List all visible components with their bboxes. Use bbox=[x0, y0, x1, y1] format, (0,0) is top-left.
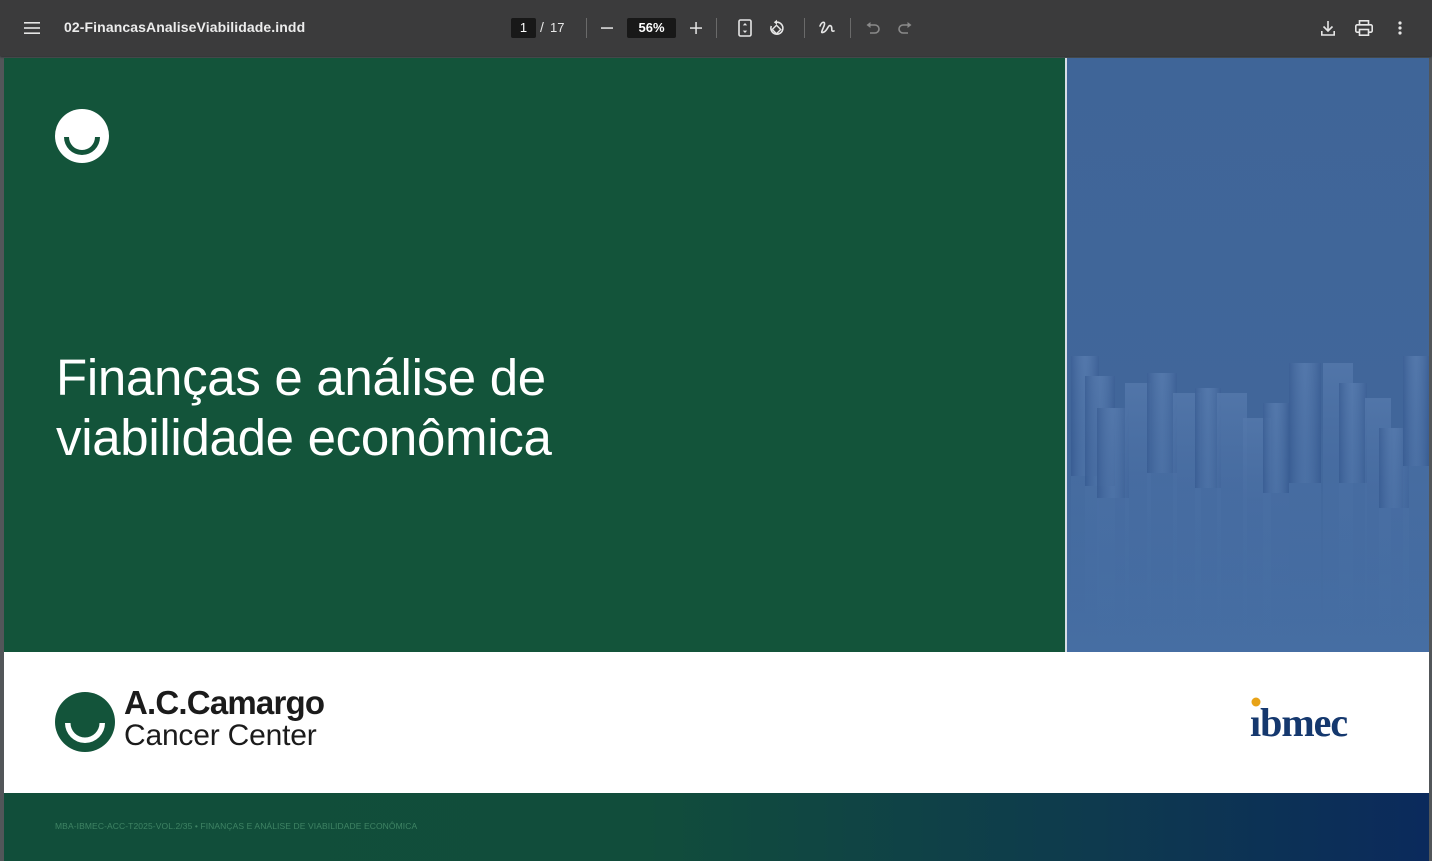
zoom-in-button[interactable] bbox=[682, 14, 710, 42]
rotate-icon bbox=[770, 19, 784, 35]
zoom-out-button[interactable] bbox=[593, 14, 621, 42]
coin-stacks-graphic bbox=[1071, 356, 1429, 652]
partner-logo-subtitle: Cancer Center bbox=[124, 719, 317, 752]
partner-logo-name: A.C.Camargo bbox=[124, 684, 325, 721]
total-pages: 17 bbox=[550, 20, 565, 35]
redo-button[interactable] bbox=[891, 14, 919, 42]
pdf-viewer-toolbar: 02-FinancasAnaliseViabilidade.indd 1 / 1… bbox=[0, 0, 1432, 56]
toolbar-divider bbox=[716, 18, 717, 38]
document-title: 02-FinancasAnaliseViabilidade.indd bbox=[64, 19, 306, 35]
undo-icon bbox=[866, 22, 880, 34]
cover-green-panel: Finanças e análise de viabilidade econôm… bbox=[4, 58, 1065, 652]
page-number-input[interactable]: 1 bbox=[511, 18, 536, 38]
download-icon bbox=[1321, 20, 1335, 36]
menu-button[interactable] bbox=[18, 14, 46, 42]
cover-title-line-1: Finanças e análise de bbox=[56, 349, 546, 406]
zoom-out-icon bbox=[601, 27, 613, 29]
cover-title-line-2: viabilidade econômica bbox=[56, 409, 552, 466]
toolbar-divider bbox=[850, 18, 851, 38]
fit-page-icon bbox=[738, 19, 752, 37]
toolbar-divider bbox=[586, 18, 587, 38]
undo-button[interactable] bbox=[859, 14, 887, 42]
svg-text:ıbmec: ıbmec bbox=[1250, 700, 1347, 742]
print-icon bbox=[1355, 20, 1373, 36]
page-separator: / bbox=[540, 19, 544, 35]
pdf-page: Finanças e análise de viabilidade econôm… bbox=[4, 58, 1429, 861]
footer-text: MBA-IBMEC-ACC-T2025-VOL.2/35 • FINANÇAS … bbox=[55, 821, 418, 831]
print-button[interactable] bbox=[1350, 14, 1378, 42]
draw-button[interactable] bbox=[813, 14, 841, 42]
draw-icon bbox=[819, 21, 835, 34]
more-options-button[interactable] bbox=[1386, 14, 1414, 42]
cover-blue-image bbox=[1067, 58, 1429, 652]
toolbar-divider bbox=[804, 18, 805, 38]
logo-band: A.C.Camargo Cancer Center ıbmec bbox=[4, 652, 1429, 793]
zoom-level-input[interactable]: 56% bbox=[627, 18, 676, 38]
ibmec-logo-icon: ıbmec bbox=[1250, 697, 1348, 742]
rotate-button[interactable] bbox=[763, 14, 791, 42]
zoom-in-icon bbox=[690, 22, 702, 34]
cover-title: Finanças e análise de viabilidade econôm… bbox=[56, 348, 552, 468]
menu-icon bbox=[24, 22, 40, 34]
acc-smile-logo-icon bbox=[55, 692, 115, 752]
download-button[interactable] bbox=[1314, 14, 1342, 42]
more-options-icon bbox=[1398, 21, 1402, 35]
redo-icon bbox=[898, 22, 912, 34]
fit-to-page-button[interactable] bbox=[731, 14, 759, 42]
smile-logo-icon bbox=[55, 109, 109, 163]
footer-band: MBA-IBMEC-ACC-T2025-VOL.2/35 • FINANÇAS … bbox=[4, 793, 1429, 861]
